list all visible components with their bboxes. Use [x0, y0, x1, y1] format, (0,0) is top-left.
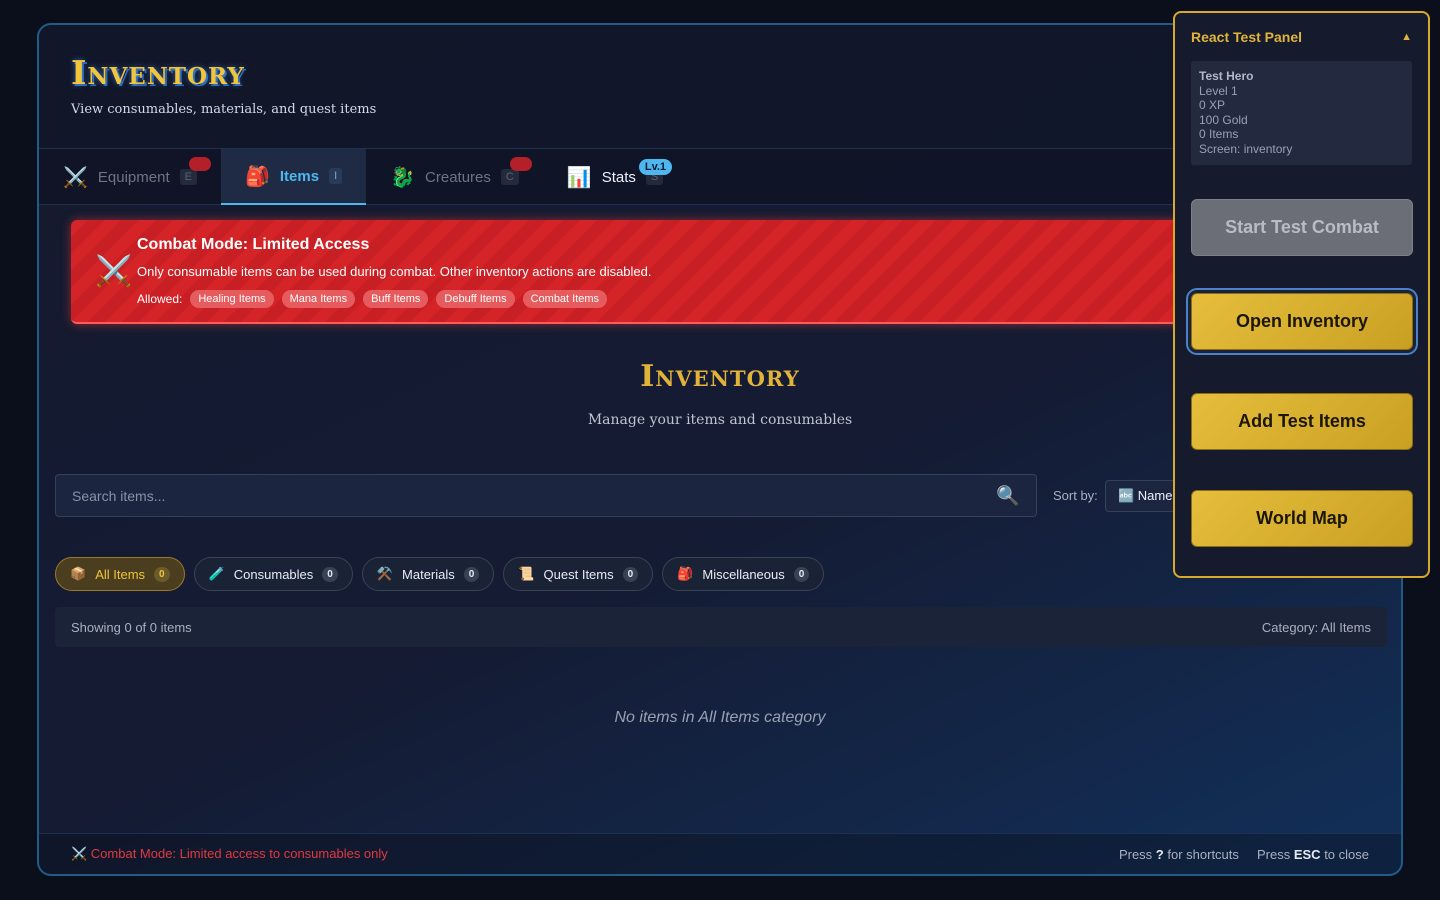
hint-text: for shortcuts	[1167, 846, 1239, 862]
tab-creatures[interactable]: 🐉 Creatures C	[366, 149, 543, 205]
combat-banner-title: Combat Mode: Limited Access	[137, 236, 370, 253]
showing-count: Showing 0 of 0 items	[71, 619, 192, 635]
alert-badge	[189, 157, 211, 171]
hint-text: Press	[1256, 846, 1291, 862]
empty-state-message: No items in All Items category	[614, 709, 826, 726]
potion-icon: 🧪	[208, 566, 225, 581]
scroll-icon: 📜	[518, 566, 535, 581]
category-count: 0	[154, 566, 170, 582]
hint-text: Press	[1118, 846, 1153, 862]
hint-key: ?	[1155, 846, 1164, 862]
hero-items: 0 Items	[1199, 127, 1239, 142]
shortcut-key: C	[500, 169, 519, 185]
world-map-button[interactable]: World Map	[1191, 490, 1413, 547]
category-label: Miscellaneous	[702, 566, 785, 582]
tab-label: Equipment	[97, 168, 170, 186]
category-quest-items[interactable]: 📜 Quest Items 0	[503, 557, 654, 591]
hero-gold: 100 Gold	[1199, 112, 1248, 127]
category-label: Materials	[402, 566, 455, 582]
level-badge: Lv.1	[638, 159, 673, 175]
allowed-label: Allowed:	[137, 292, 183, 306]
allowed-chip: Debuff Items	[436, 290, 515, 308]
allowed-chip: Buff Items	[363, 290, 429, 308]
hero-level: Level 1	[1199, 83, 1238, 98]
tab-equipment[interactable]: ⚔️ Equipment E	[39, 149, 221, 205]
hammer-pick-icon: ⚒️	[376, 566, 394, 581]
shortcut-key: E	[179, 169, 197, 185]
shortcut-key: I	[329, 168, 343, 184]
tab-items[interactable]: 🎒 Items I	[220, 149, 367, 205]
crossed-swords-icon: ⚔️	[95, 255, 133, 288]
search-box: 🔍	[55, 474, 1037, 517]
tab-label: Creatures	[425, 168, 491, 186]
start-test-combat-button[interactable]: Start Test Combat	[1191, 199, 1413, 256]
open-inventory-button[interactable]: Open Inventory	[1191, 293, 1413, 350]
results-status-bar: Showing 0 of 0 items Category: All Items	[55, 607, 1387, 647]
category-miscellaneous[interactable]: 🎒 Miscellaneous 0	[662, 557, 825, 591]
backpack-icon: 🎒	[244, 165, 270, 188]
category-label: Quest Items	[543, 566, 614, 582]
search-input[interactable]	[72, 487, 997, 504]
category-count: 0	[793, 566, 810, 582]
category-materials[interactable]: ⚒️ Materials 0	[361, 557, 495, 591]
combat-mode-banner: ⚔️ Combat Mode: Limited Access Only cons…	[71, 220, 1201, 324]
keyboard-hints: Press ? for shortcuts Press ESC to close	[1119, 847, 1369, 862]
allowed-chip: Combat Items	[522, 290, 608, 308]
hint-key: ESC	[1293, 846, 1321, 862]
dragon-icon: 🐉	[390, 166, 416, 189]
category-label: Consumables	[233, 566, 314, 582]
hero-xp: 0 XP	[1199, 98, 1226, 113]
category-count: 0	[622, 566, 639, 582]
allowed-chip: Healing Items	[190, 290, 274, 308]
backpack-icon: 🎒	[677, 566, 694, 581]
hero-screen: Screen: inventory	[1199, 141, 1293, 156]
category-consumables[interactable]: 🧪 Consumables 0	[193, 557, 353, 591]
combat-mode-note: ⚔️ Combat Mode: Limited access to consum…	[71, 846, 388, 861]
category-count: 0	[463, 566, 480, 582]
bar-chart-icon: 📊	[566, 166, 592, 189]
test-panel-title: React Test Panel	[1191, 29, 1303, 45]
package-icon: 📦	[70, 566, 87, 581]
allowed-items: Allowed: Healing Items Mana Items Buff I…	[137, 290, 608, 308]
tab-stats[interactable]: 📊 Stats S Lv.1	[543, 149, 687, 205]
category-count: 0	[322, 566, 338, 582]
category-label: All Items	[95, 566, 146, 582]
tab-label: Stats	[601, 168, 636, 186]
alert-badge	[510, 157, 533, 171]
category-filters: 📦 All Items 0 🧪 Consumables 0 ⚒️ Materia…	[55, 557, 833, 591]
sort-label: Sort by:	[1053, 488, 1098, 503]
test-panel-header[interactable]: React Test Panel ▲	[1191, 29, 1412, 45]
add-test-items-button[interactable]: Add Test Items	[1191, 393, 1413, 450]
modal-footer: ⚔️ Combat Mode: Limited access to consum…	[39, 833, 1401, 874]
current-category: Category: All Items	[1261, 619, 1371, 635]
allowed-chip: Mana Items	[281, 290, 356, 308]
combat-banner-description: Only consumable items can be used during…	[137, 264, 652, 279]
test-hero-info: Test Hero Level 1 0 XP 100 Gold 0 Items …	[1191, 61, 1412, 165]
hero-name: Test Hero	[1199, 69, 1254, 83]
hint-text: to close	[1324, 846, 1369, 862]
tab-label: Items	[279, 167, 320, 185]
search-icon[interactable]: 🔍	[996, 484, 1020, 508]
category-all-items[interactable]: 📦 All Items 0	[55, 557, 185, 591]
collapse-toggle-icon[interactable]: ▲	[1401, 31, 1412, 43]
crossed-swords-icon: ⚔️	[63, 166, 88, 189]
react-test-panel: React Test Panel ▲ Test Hero Level 1 0 X…	[1173, 11, 1430, 578]
